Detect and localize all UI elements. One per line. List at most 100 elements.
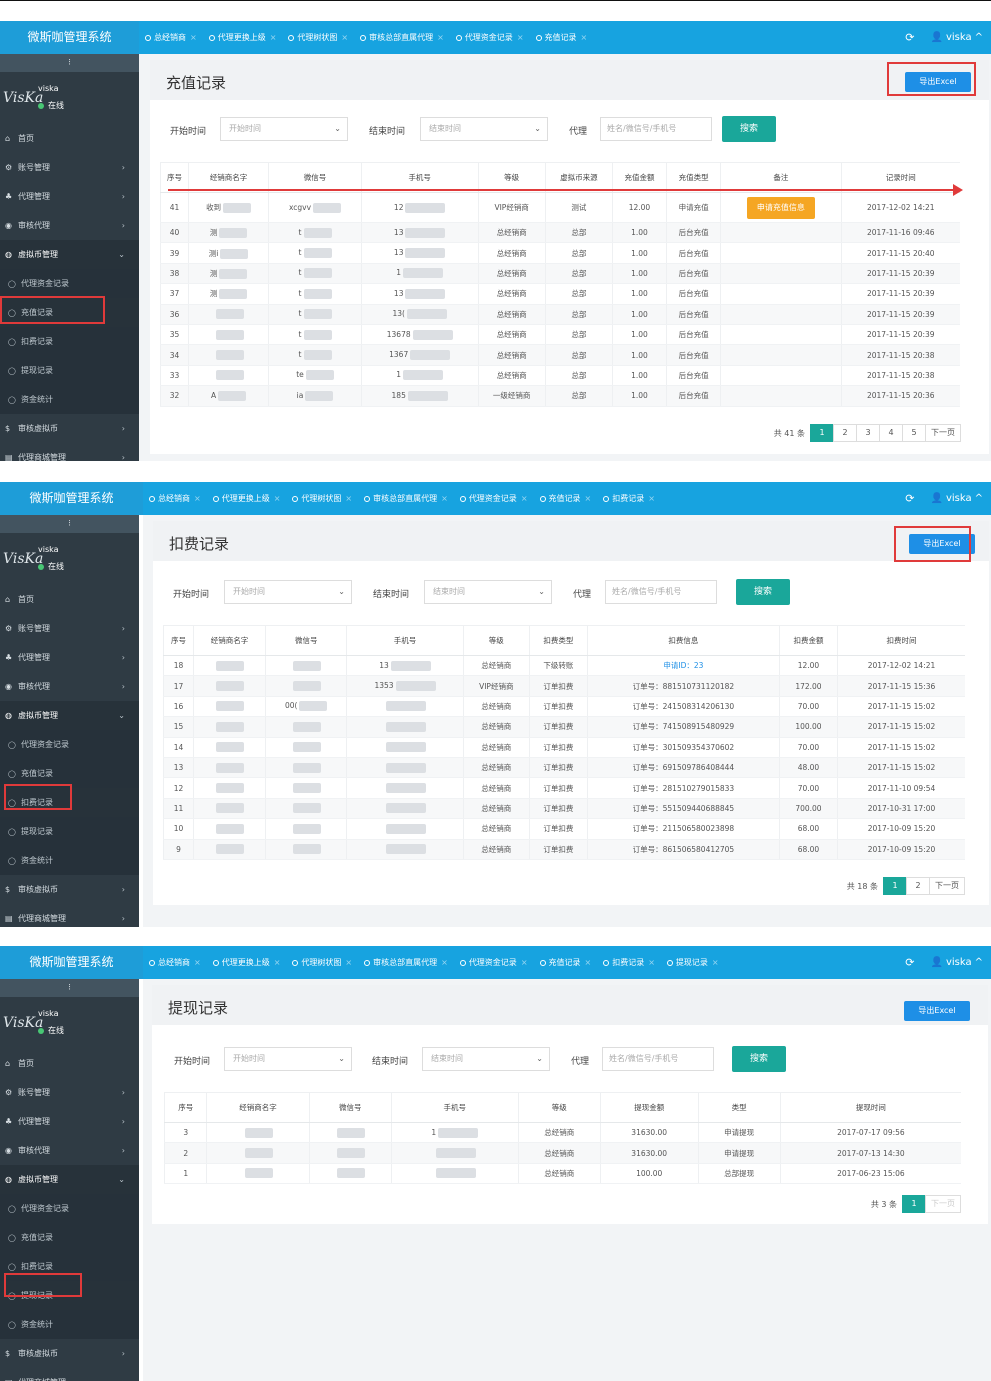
submenu-item-3[interactable]: ◯ 扣费记录 <box>0 327 139 356</box>
close-icon[interactable]: × <box>712 958 719 967</box>
close-icon[interactable]: × <box>274 494 281 503</box>
close-icon[interactable]: × <box>521 958 528 967</box>
tab-6[interactable]: 充值记录 × <box>534 482 598 515</box>
close-icon[interactable]: × <box>517 33 524 42</box>
sidebar-item-5[interactable]: ◍ 虚拟币管理 ⌄ <box>0 1165 139 1194</box>
sidebar-item-2[interactable]: ⚙ 账号管理 › <box>0 614 139 643</box>
close-icon[interactable]: × <box>521 494 528 503</box>
next-page-button[interactable]: 下一页 <box>925 1195 961 1213</box>
sidebar-toggle-icon[interactable]: ⁝ <box>0 979 139 997</box>
page-button-5[interactable]: 5 <box>902 424 926 442</box>
sidebar-item-1[interactable]: ⌂ 首页 <box>0 124 139 153</box>
tab-5[interactable]: 代理资金记录 × <box>454 482 534 515</box>
submenu-item-1[interactable]: ◯ 代理资金记录 <box>0 269 139 298</box>
search-button[interactable]: 搜索 <box>732 1046 786 1072</box>
tab-4[interactable]: 审核总部直属代理 × <box>354 21 450 54</box>
agent-search-input[interactable]: 姓名/微信号/手机号 <box>602 1047 714 1071</box>
page-button-2[interactable]: 2 <box>906 877 930 895</box>
close-icon[interactable]: × <box>270 33 277 42</box>
sidebar-bottom-item-2[interactable]: ▤代理商城管理› <box>0 1368 139 1381</box>
submenu-item-2[interactable]: ◯ 充值记录 <box>0 1223 139 1252</box>
submenu-item-5[interactable]: ◯ 资金统计 <box>0 846 139 875</box>
agent-search-input[interactable]: 姓名/微信号/手机号 <box>605 580 717 604</box>
close-icon[interactable]: × <box>345 494 352 503</box>
tab-5[interactable]: 代理资金记录 × <box>450 21 530 54</box>
tab-5[interactable]: 代理资金记录 × <box>454 946 534 979</box>
sidebar-toggle-icon[interactable]: ⁝ <box>0 515 139 533</box>
tab-2[interactable]: 代理更换上级 × <box>203 21 283 54</box>
search-button[interactable]: 搜索 <box>736 579 790 605</box>
close-icon[interactable]: × <box>648 958 655 967</box>
page-button-2[interactable]: 2 <box>833 424 857 442</box>
close-icon[interactable]: × <box>437 33 444 42</box>
tab-2[interactable]: 代理更换上级 × <box>207 482 287 515</box>
tab-2[interactable]: 代理更换上级 × <box>207 946 287 979</box>
search-button[interactable]: 搜索 <box>722 116 776 142</box>
close-icon[interactable]: × <box>585 958 592 967</box>
page-button-1[interactable]: 1 <box>810 424 834 442</box>
submenu-item-4[interactable]: ◯ 提现记录 <box>0 356 139 385</box>
submenu-item-1[interactable]: ◯ 代理资金记录 <box>0 730 139 759</box>
close-icon[interactable]: × <box>441 494 448 503</box>
apply-info-button[interactable]: 申请充值信息 <box>746 196 815 219</box>
end-time-select[interactable]: 结束时间 ⌄ <box>420 117 548 141</box>
start-time-select[interactable]: 开始时间 ⌄ <box>224 580 352 604</box>
tab-7[interactable]: 扣费记录 × <box>597 482 661 515</box>
start-time-select[interactable]: 开始时间 ⌄ <box>224 1047 352 1071</box>
tab-3[interactable]: 代理树状图 × <box>286 946 358 979</box>
apply-id-link[interactable]: 申请ID：23 <box>663 661 703 670</box>
export-excel-button[interactable]: 导出Excel <box>904 1001 970 1021</box>
sidebar-item-1[interactable]: ⌂ 首页 <box>0 585 139 614</box>
close-icon[interactable]: × <box>581 33 588 42</box>
sidebar-item-3[interactable]: ♣ 代理管理 › <box>0 1107 139 1136</box>
close-icon[interactable]: × <box>194 494 201 503</box>
close-icon[interactable]: × <box>190 33 197 42</box>
page-button-3[interactable]: 3 <box>856 424 880 442</box>
close-icon[interactable]: × <box>274 958 281 967</box>
sidebar-item-2[interactable]: ⚙ 账号管理 › <box>0 1078 139 1107</box>
tab-1[interactable]: 总经销商 × <box>143 482 207 515</box>
next-page-button[interactable]: 下一页 <box>929 877 965 895</box>
next-page-button[interactable]: 下一页 <box>925 424 961 442</box>
tab-6[interactable]: 充值记录 × <box>534 946 598 979</box>
refresh-icon[interactable]: ⟳ <box>905 492 914 505</box>
end-time-select[interactable]: 结束时间 ⌄ <box>424 580 552 604</box>
sidebar-item-1[interactable]: ⌂ 首页 <box>0 1049 139 1078</box>
sidebar-bottom-item-1[interactable]: $ 审核虚拟币 › <box>0 875 139 904</box>
submenu-item-5[interactable]: ◯ 资金统计 <box>0 385 139 414</box>
sidebar-bottom-item-1[interactable]: $ 审核虚拟币 › <box>0 414 139 443</box>
sidebar-bottom-item-1[interactable]: $ 审核虚拟币 › <box>0 1339 139 1368</box>
sidebar-bottom-item-2[interactable]: ▤代理商城管理› <box>0 443 139 461</box>
user-menu[interactable]: 👤 viska ^ <box>931 957 984 968</box>
tab-1[interactable]: 总经销商 × <box>143 946 207 979</box>
sidebar-item-2[interactable]: ⚙ 账号管理 › <box>0 153 139 182</box>
close-icon[interactable]: × <box>585 494 592 503</box>
page-button-1[interactable]: 1 <box>883 877 907 895</box>
sidebar-toggle-icon[interactable]: ⁝ <box>0 54 139 72</box>
submenu-item-1[interactable]: ◯ 代理资金记录 <box>0 1194 139 1223</box>
tab-3[interactable]: 代理树状图 × <box>286 482 358 515</box>
user-menu[interactable]: 👤 viska ^ <box>931 32 984 43</box>
tab-3[interactable]: 代理树状图 × <box>282 21 354 54</box>
refresh-icon[interactable]: ⟳ <box>905 31 914 44</box>
close-icon[interactable]: × <box>441 958 448 967</box>
sidebar-item-3[interactable]: ♣ 代理管理 › <box>0 182 139 211</box>
tab-4[interactable]: 审核总部直属代理 × <box>358 946 454 979</box>
page-button-1[interactable]: 1 <box>902 1195 926 1213</box>
sidebar-item-4[interactable]: ◉ 审核代理 › <box>0 672 139 701</box>
sidebar-item-3[interactable]: ♣ 代理管理 › <box>0 643 139 672</box>
submenu-item-4[interactable]: ◯ 提现记录 <box>0 817 139 846</box>
tab-7[interactable]: 扣费记录 × <box>597 946 661 979</box>
page-button-4[interactable]: 4 <box>879 424 903 442</box>
close-icon[interactable]: × <box>194 958 201 967</box>
tab-1[interactable]: 总经销商 × <box>139 21 203 54</box>
end-time-select[interactable]: 结束时间 ⌄ <box>422 1047 550 1071</box>
sidebar-item-5[interactable]: ◍ 虚拟币管理 ⌄ <box>0 701 139 730</box>
sidebar-item-4[interactable]: ◉ 审核代理 › <box>0 211 139 240</box>
sidebar-bottom-item-2[interactable]: ▤代理商城管理› <box>0 904 139 927</box>
sidebar-item-5[interactable]: ◍ 虚拟币管理 ⌄ <box>0 240 139 269</box>
refresh-icon[interactable]: ⟳ <box>905 956 914 969</box>
start-time-select[interactable]: 开始时间 ⌄ <box>220 117 348 141</box>
tab-4[interactable]: 审核总部直属代理 × <box>358 482 454 515</box>
close-icon[interactable]: × <box>648 494 655 503</box>
